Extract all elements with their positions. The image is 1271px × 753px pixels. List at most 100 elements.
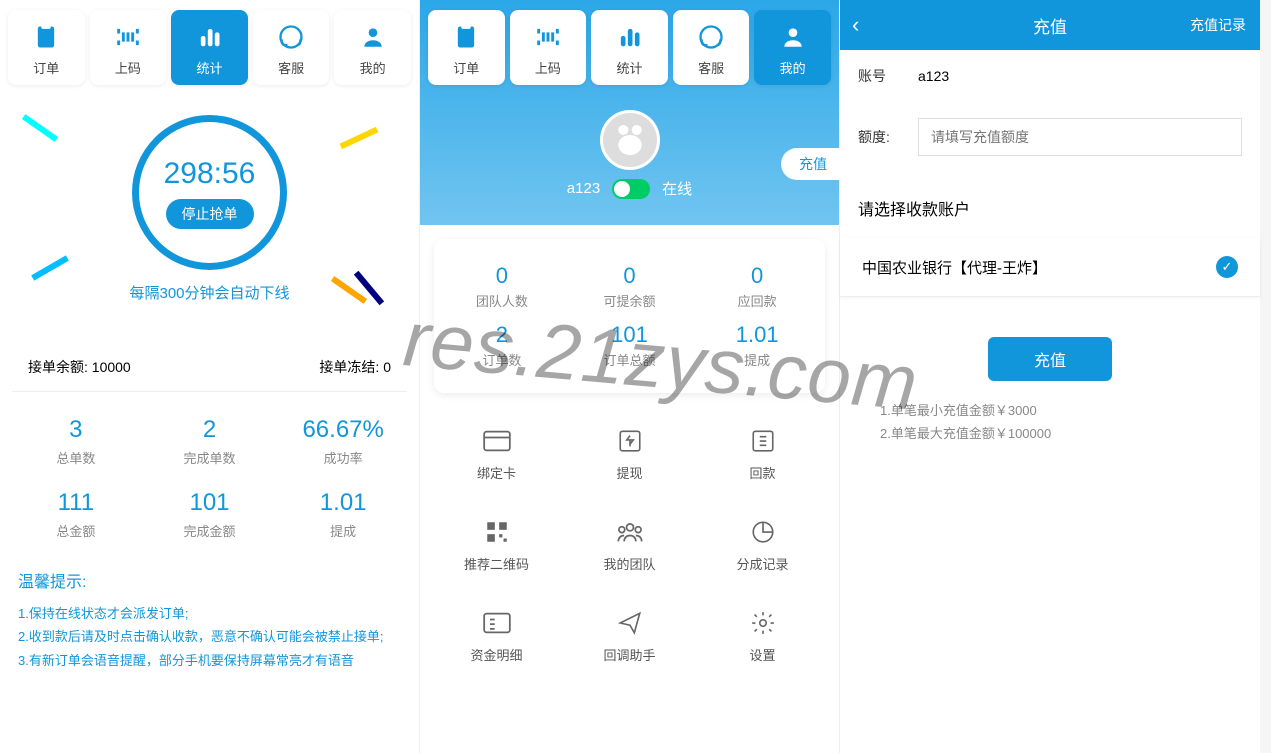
- stats-grid: 3总单数 2完成单数 66.67%成功率 111总金额 101完成金额 1.01…: [0, 392, 419, 556]
- tab-label: 客服: [278, 58, 304, 77]
- amount-row: 额度:: [840, 102, 1260, 172]
- bank-option[interactable]: 中国农业银行【代理-王炸】 ✓: [840, 238, 1260, 297]
- tab-orders[interactable]: 订单: [428, 10, 505, 85]
- recharge-header: ‹ 充值 充值记录: [840, 0, 1260, 50]
- gear-icon: [696, 609, 829, 637]
- recharge-pill-button[interactable]: 充值: [781, 148, 841, 180]
- timer-circle: 298:56 停止抢单: [132, 115, 287, 270]
- tab-orders[interactable]: 订单: [8, 10, 85, 85]
- stat-cell: 101完成金额: [146, 481, 274, 548]
- tab-label: 我的: [360, 58, 386, 77]
- nav-tabs-1: 订单 上码 统计 客服 我的: [0, 0, 419, 85]
- barcode-icon: [531, 20, 565, 54]
- stat-cell: 2订单数: [438, 316, 566, 375]
- menu-settings[interactable]: 设置: [696, 595, 829, 678]
- headset-icon: [274, 20, 308, 54]
- stat-cell: 0团队人数: [438, 257, 566, 316]
- repay-icon: [696, 427, 829, 455]
- account-value: a123: [918, 68, 949, 84]
- avatar[interactable]: [600, 110, 660, 170]
- limit-line: 1.单笔最小充值金额￥3000: [880, 399, 1220, 422]
- online-switch[interactable]: [612, 179, 650, 199]
- send-icon: [563, 609, 696, 637]
- record-link[interactable]: 充值记录: [1190, 15, 1246, 35]
- page-title: 充值: [1033, 13, 1067, 38]
- balance-right: 接单冻结: 0: [319, 357, 391, 377]
- limit-line: 2.单笔最大充值金额￥100000: [880, 422, 1220, 445]
- stat-cell: 3总单数: [12, 408, 140, 475]
- chart-icon: [192, 20, 226, 54]
- nav-tabs-2: 订单 上码 统计 客服 我的: [420, 0, 839, 85]
- tab-label: 统计: [616, 58, 642, 77]
- profile-header: 订单 上码 统计 客服 我的 充值 a123 在线: [420, 0, 839, 225]
- pie-icon: [696, 518, 829, 546]
- tips-section: 温馨提示: 1.保持在线状态才会派发订单; 2.收到款后请及时点击确认收款，恶意…: [0, 556, 419, 684]
- team-icon: [563, 518, 696, 546]
- funds-icon: [430, 609, 563, 637]
- tab-label: 订单: [33, 58, 59, 77]
- menu-bind-card[interactable]: 绑定卡: [430, 413, 563, 496]
- balance-left: 接单余额: 10000: [28, 357, 131, 377]
- menu-grid: 绑定卡 提现 回款 推荐二维码 我的团队 分成记录 资金明细 回调助手 设置: [420, 393, 839, 698]
- balance-row: 接单余额: 10000 接单冻结: 0: [12, 343, 407, 392]
- tab-support[interactable]: 客服: [253, 10, 330, 85]
- tip-line: 1.保持在线状态才会派发订单;: [18, 602, 401, 625]
- tab-upload[interactable]: 上码: [510, 10, 587, 85]
- tab-profile[interactable]: 我的: [754, 10, 831, 85]
- account-row: 账号 a123: [840, 50, 1260, 102]
- recharge-submit-button[interactable]: 充值: [988, 337, 1112, 381]
- menu-funds[interactable]: 资金明细: [430, 595, 563, 678]
- tab-upload[interactable]: 上码: [90, 10, 167, 85]
- timer-section: 298:56 停止抢单 每隔300分钟会自动下线: [0, 85, 419, 323]
- clipboard-icon: [449, 20, 483, 54]
- tip-line: 2.收到款后请及时点击确认收款，恶意不确认可能会被禁止接单;: [18, 625, 401, 648]
- tab-label: 统计: [196, 58, 222, 77]
- stat-cell: 66.67%成功率: [279, 408, 407, 475]
- stat-cell: 111总金额: [12, 481, 140, 548]
- menu-repay[interactable]: 回款: [696, 413, 829, 496]
- menu-qrcode[interactable]: 推荐二维码: [430, 504, 563, 587]
- clipboard-icon: [29, 20, 63, 54]
- avatar-section: a123 在线: [420, 85, 839, 207]
- tab-label: 我的: [780, 58, 806, 77]
- menu-withdraw[interactable]: 提现: [563, 413, 696, 496]
- tab-label: 上码: [535, 58, 561, 77]
- tab-stats[interactable]: 统计: [171, 10, 248, 85]
- username: a123: [567, 180, 600, 197]
- menu-team[interactable]: 我的团队: [563, 504, 696, 587]
- tab-support[interactable]: 客服: [673, 10, 750, 85]
- stat-cell: 2完成单数: [146, 408, 274, 475]
- menu-callback[interactable]: 回调助手: [563, 595, 696, 678]
- stat-cell: 101订单总额: [566, 316, 694, 375]
- bank-name: 中国农业银行【代理-王炸】: [862, 257, 1047, 278]
- amount-label: 额度:: [858, 127, 906, 147]
- withdraw-icon: [563, 427, 696, 455]
- tips-title: 温馨提示:: [18, 568, 401, 592]
- profile-stats: 0团队人数 0可提余额 0应回款 2订单数 101订单总额 1.01提成: [434, 239, 825, 393]
- stop-grab-button[interactable]: 停止抢单: [166, 199, 254, 229]
- panel-stats: 订单 上码 统计 客服 我的 298:56 停止抢单 每隔300分钟会自动下线 …: [0, 0, 420, 753]
- stat-cell: 1.01提成: [279, 481, 407, 548]
- stat-cell: 0应回款: [693, 257, 821, 316]
- check-icon: ✓: [1216, 256, 1238, 278]
- headset-icon: [694, 20, 728, 54]
- tab-label: 订单: [453, 58, 479, 77]
- barcode-icon: [111, 20, 145, 54]
- status-text: 在线: [662, 178, 692, 199]
- menu-commission[interactable]: 分成记录: [696, 504, 829, 587]
- tab-profile[interactable]: 我的: [334, 10, 411, 85]
- tab-label: 客服: [698, 58, 724, 77]
- amount-input[interactable]: [918, 118, 1242, 156]
- tip-line: 3.有新订单会语音提醒，部分手机要保持屏幕常亮才有语音: [18, 649, 401, 672]
- back-button[interactable]: ‹: [852, 12, 859, 38]
- account-label: 账号: [858, 66, 906, 86]
- user-icon: [776, 20, 810, 54]
- panel-profile: 订单 上码 统计 客服 我的 充值 a123 在线 0团队人数 0可提余额 0应…: [420, 0, 840, 753]
- stat-cell: 1.01提成: [693, 316, 821, 375]
- user-status-line: a123 在线: [420, 178, 839, 199]
- user-icon: [356, 20, 390, 54]
- tab-stats[interactable]: 统计: [591, 10, 668, 85]
- card-icon: [430, 427, 563, 455]
- chart-icon: [612, 20, 646, 54]
- qr-icon: [430, 518, 563, 546]
